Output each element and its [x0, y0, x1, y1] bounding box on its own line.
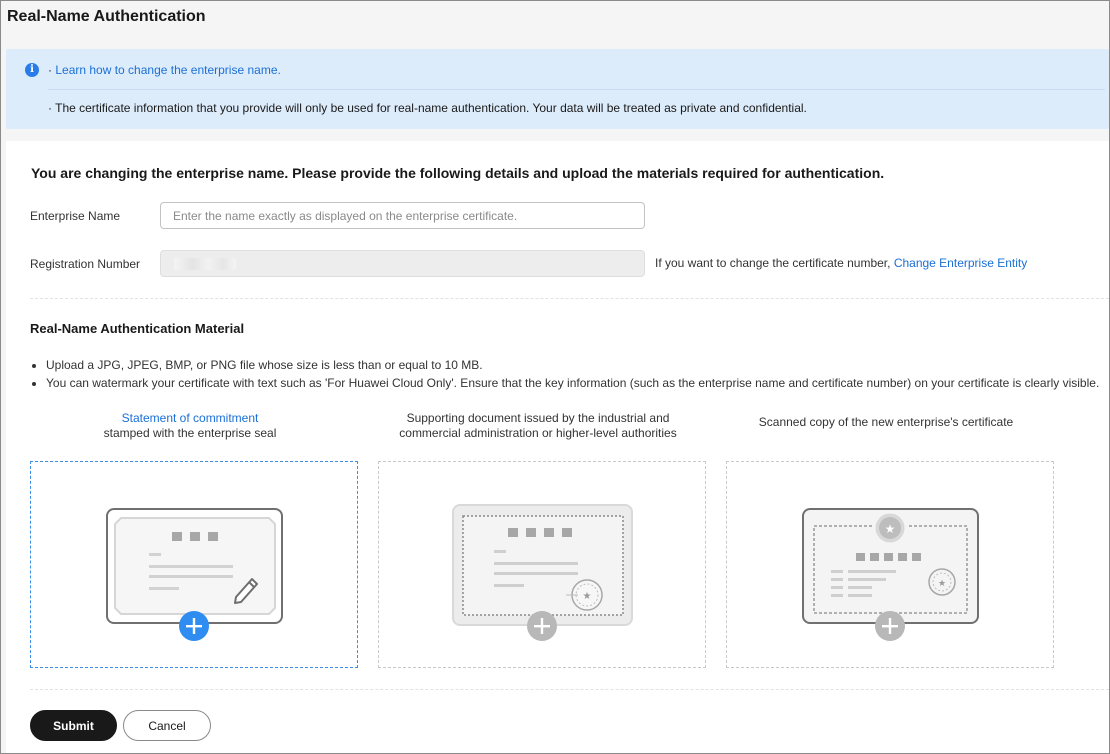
commitment-document-icon: [106, 508, 283, 641]
cancel-button[interactable]: Cancel: [123, 710, 211, 741]
enterprise-name-label: Enterprise Name: [30, 209, 121, 223]
svg-text:★: ★: [583, 591, 592, 602]
info-icon: i: [25, 63, 39, 77]
rule-item: You can watermark your certificate with …: [46, 374, 1099, 392]
form-heading: You are changing the enterprise name. Pl…: [31, 165, 885, 181]
svg-text:★: ★: [938, 579, 946, 589]
svg-text:★: ★: [885, 522, 896, 536]
learn-change-name-link[interactable]: Learn how to change the enterprise name.: [55, 63, 280, 77]
upload-title-line: Supporting document issued by the indust…: [406, 411, 670, 425]
material-rules: Upload a JPG, JPEG, BMP, or PNG file who…: [46, 356, 1099, 392]
notice-line-2: · The certificate information that you p…: [48, 101, 807, 115]
enterprise-certificate-icon: ★ ★: [802, 508, 979, 641]
submit-button[interactable]: Submit: [30, 710, 117, 741]
upload-title-certificate: Scanned copy of the new enterprise's cer…: [758, 415, 1014, 429]
statement-of-commitment-link[interactable]: Statement of commitment: [122, 411, 259, 425]
form-card: You are changing the enterprise name. Pl…: [6, 141, 1109, 753]
upload-title-commitment: Statement of commitment stamped with the…: [26, 411, 354, 441]
upload-enterprise-certificate-box[interactable]: ★ ★: [726, 461, 1054, 668]
page-title: Real-Name Authentication: [7, 8, 206, 25]
change-enterprise-entity-link[interactable]: Change Enterprise Entity: [894, 256, 1027, 270]
notice-divider: [48, 89, 1105, 90]
upload-title-supporting: Supporting document issued by the indust…: [374, 411, 702, 441]
notice-line-1: · Learn how to change the enterprise nam…: [48, 63, 281, 77]
actions-divider: [30, 689, 1109, 690]
upload-commitment-box[interactable]: [30, 461, 358, 668]
page-frame: Real-Name Authentication i · Learn how t…: [0, 0, 1110, 754]
enterprise-name-input[interactable]: [160, 202, 645, 229]
supporting-document-icon: ★: [452, 504, 633, 641]
rule-item: Upload a JPG, JPEG, BMP, or PNG file who…: [46, 356, 1099, 374]
section-divider: [30, 298, 1109, 299]
upload-supporting-document-box[interactable]: ★: [378, 461, 706, 668]
upload-title-line: stamped with the enterprise seal: [103, 426, 277, 440]
registration-hint: If you want to change the certificate nu…: [655, 256, 1027, 270]
registration-number-label: Registration Number: [30, 257, 141, 271]
material-heading: Real-Name Authentication Material: [30, 321, 245, 336]
registration-hint-text: If you want to change the certificate nu…: [655, 256, 894, 270]
info-notice: i · Learn how to change the enterprise n…: [6, 49, 1109, 129]
upload-title-line: commercial administration or higher-leve…: [399, 426, 677, 440]
masked-registration-number: [174, 258, 236, 270]
